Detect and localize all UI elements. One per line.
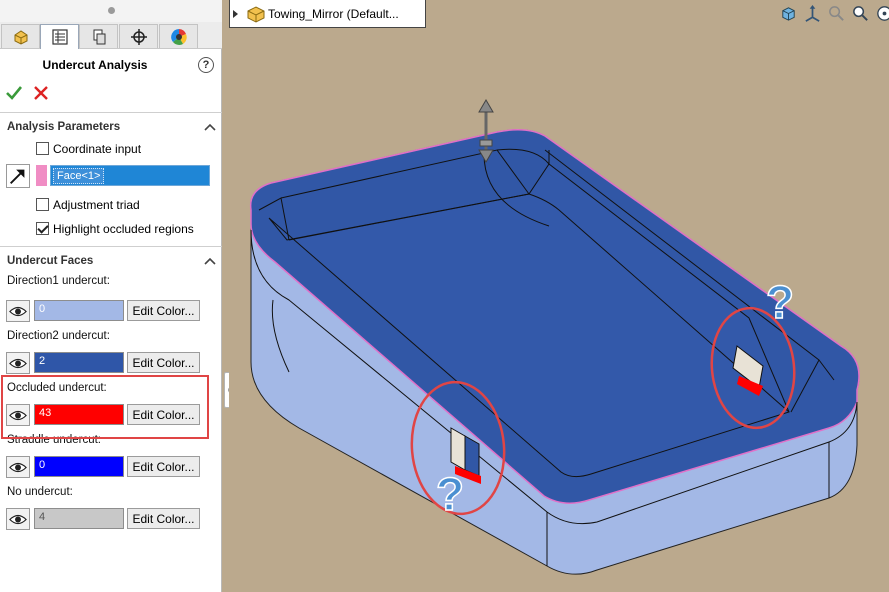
panel-title: Undercut Analysis bbox=[42, 58, 148, 72]
face-selection-box[interactable]: Face<1> bbox=[50, 165, 210, 186]
edit-color-button[interactable]: Edit Color... bbox=[127, 300, 200, 321]
edit-color-button[interactable]: Edit Color... bbox=[127, 456, 200, 477]
highlight-occluded-row[interactable]: Highlight occluded regions bbox=[36, 221, 194, 236]
undercut-category-label: Direction1 undercut: bbox=[7, 275, 110, 287]
expand-arrow-icon[interactable] bbox=[233, 9, 238, 18]
help-icon[interactable]: ? bbox=[198, 57, 214, 73]
zoom-to-fit-icon[interactable] bbox=[827, 4, 846, 23]
drag-arrow-handle bbox=[478, 99, 494, 163]
edit-color-button[interactable]: Edit Color... bbox=[127, 352, 200, 373]
highlight-occluded-checkbox[interactable] bbox=[36, 222, 49, 235]
coordinate-input-checkbox[interactable] bbox=[36, 142, 49, 155]
svg-text:?: ? bbox=[766, 276, 794, 328]
face-count-field: 0 bbox=[34, 456, 124, 477]
selection-color-swatch bbox=[36, 165, 47, 186]
undercut-category-label: Direction2 undercut: bbox=[7, 330, 110, 342]
collapse-chevron-icon[interactable] bbox=[204, 122, 216, 132]
highlight-occluded-label: Highlight occluded regions bbox=[53, 221, 194, 236]
divider bbox=[0, 112, 222, 113]
panel-grip[interactable] bbox=[0, 0, 222, 22]
property-list-icon bbox=[51, 29, 68, 45]
annotation-highlight-box bbox=[1, 375, 209, 439]
divider bbox=[0, 246, 222, 247]
configuration-icon bbox=[93, 29, 105, 44]
edit-color-button[interactable]: Edit Color... bbox=[127, 508, 200, 529]
view-orientation-icon[interactable] bbox=[779, 4, 798, 23]
manager-tabs bbox=[0, 22, 222, 49]
adjustment-triad-checkbox[interactable] bbox=[36, 198, 49, 211]
ok-check-icon[interactable] bbox=[5, 84, 23, 102]
graphics-viewport[interactable]: ? ? Towing_Mirror (Default... bbox=[229, 0, 889, 592]
dimxpert-tab[interactable] bbox=[119, 24, 158, 48]
visibility-toggle-button[interactable] bbox=[6, 352, 30, 374]
grip-dot bbox=[108, 7, 115, 14]
propertymanager-tab[interactable] bbox=[40, 24, 79, 49]
face-count-field: 4 bbox=[34, 508, 124, 529]
analysis-parameters-header[interactable]: Analysis Parameters bbox=[7, 121, 120, 133]
direction-arrow-icon bbox=[10, 169, 25, 184]
crosshair-icon bbox=[130, 28, 147, 45]
coordinate-input-row[interactable]: Coordinate input bbox=[36, 141, 141, 156]
visibility-toggle-button[interactable] bbox=[6, 508, 30, 530]
property-manager-panel: Undercut Analysis ? Analysis Parameters … bbox=[0, 0, 222, 592]
adjustment-triad-row[interactable]: Adjustment triad bbox=[36, 197, 140, 212]
eye-icon bbox=[9, 306, 27, 316]
model-view[interactable]: ? ? bbox=[229, 0, 889, 592]
adjustment-triad-label: Adjustment triad bbox=[53, 197, 140, 212]
eye-icon bbox=[9, 514, 27, 524]
visibility-toggle-button[interactable] bbox=[6, 456, 30, 478]
featuremanager-tab[interactable] bbox=[1, 24, 40, 48]
undercut-faces-header[interactable]: Undercut Faces bbox=[7, 255, 93, 267]
face-count-field: 2 bbox=[34, 352, 124, 373]
coordinate-input-label: Coordinate input bbox=[53, 141, 142, 156]
eye-icon bbox=[9, 462, 27, 472]
color-wheel-icon bbox=[170, 28, 187, 45]
triad-icon[interactable] bbox=[803, 4, 822, 23]
zoom-to-area-icon[interactable] bbox=[851, 4, 870, 23]
part-icon bbox=[14, 29, 27, 45]
part-name[interactable]: Towing_Mirror (Default... bbox=[268, 7, 399, 21]
face-count-field: 0 bbox=[34, 300, 124, 321]
direction-selector-button[interactable] bbox=[6, 164, 30, 188]
collapse-chevron-icon[interactable] bbox=[204, 256, 216, 266]
undercut-category-label: No undercut: bbox=[7, 486, 73, 498]
display-manager-tab[interactable] bbox=[159, 24, 198, 48]
eye-icon bbox=[9, 358, 27, 368]
feature-tree-flyout[interactable]: Towing_Mirror (Default... bbox=[229, 0, 426, 28]
cancel-x-icon[interactable] bbox=[32, 84, 50, 102]
heads-up-toolbar bbox=[779, 4, 889, 24]
face-selection-item[interactable]: Face<1> bbox=[53, 168, 105, 184]
pan-icon[interactable] bbox=[875, 4, 889, 23]
part-icon bbox=[247, 5, 265, 23]
svg-text:?: ? bbox=[436, 468, 464, 520]
configurationmanager-tab[interactable] bbox=[79, 24, 118, 48]
visibility-toggle-button[interactable] bbox=[6, 300, 30, 322]
